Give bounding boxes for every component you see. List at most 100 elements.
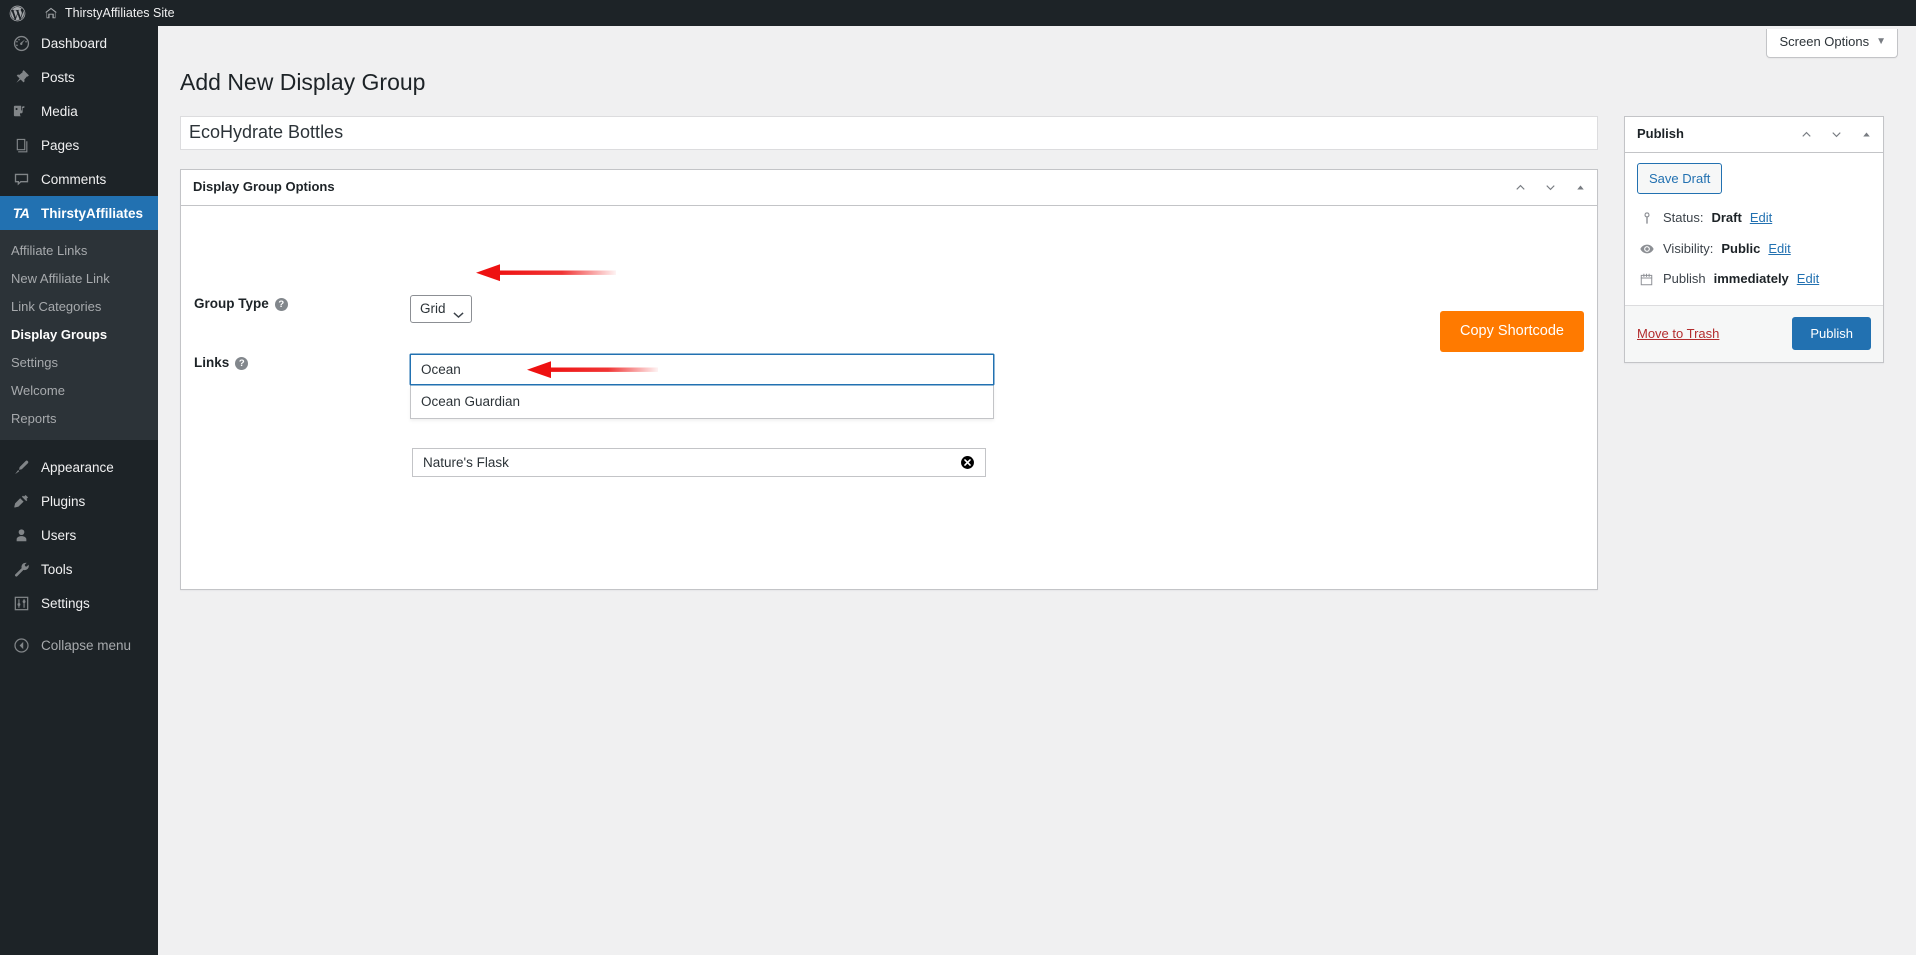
sidebar-item-users[interactable]: Users [0, 518, 158, 552]
sidebar-label: Tools [41, 561, 73, 577]
status-prefix: Status: [1663, 210, 1704, 226]
collapse-menu-button[interactable]: Collapse menu [0, 628, 158, 662]
metabox-title: Display Group Options [193, 179, 335, 195]
calendar-icon [1638, 272, 1655, 287]
page-title: Add New Display Group [180, 69, 426, 95]
sidebar-postbox-container: Publish Save Draft Status: Draft Edit Vi… [1624, 115, 1884, 364]
sidebar-item-posts[interactable]: Posts [0, 60, 158, 94]
visibility-edit-link[interactable]: Edit [1768, 239, 1790, 259]
user-icon [11, 525, 31, 545]
sidebar-item-thirstyaffiliates[interactable]: TA ThirstyAffiliates [0, 196, 166, 230]
status-edit-link[interactable]: Edit [1750, 208, 1772, 228]
sidebar-label: Collapse menu [41, 637, 132, 653]
collapse-arrow-icon [11, 635, 31, 655]
admin-bar: ThirstyAffiliates Site [0, 0, 1916, 26]
comment-bubble-icon [11, 169, 31, 189]
sidebar-item-media[interactable]: Media [0, 94, 158, 128]
publish-button[interactable]: Publish [1792, 316, 1871, 351]
dashboard-gauge-icon [11, 33, 31, 53]
home-icon [44, 6, 58, 20]
sidebar-label: Appearance [41, 459, 114, 475]
autocomplete-suggestion-item[interactable]: Ocean Guardian [411, 384, 993, 419]
publish-body: Save Draft Status: Draft Edit Visibility… [1625, 153, 1883, 363]
paintbrush-icon [11, 457, 31, 477]
sidebar-item-link-categories[interactable]: Link Categories [0, 292, 158, 320]
group-type-label: Group Type [194, 295, 269, 311]
display-group-title-input[interactable] [180, 115, 1598, 150]
links-label-cell: Links ? [181, 354, 410, 373]
schedule-row: Publish immediately Edit [1637, 263, 1871, 294]
links-row: Links ? Ocean Guardian Nature's [181, 353, 1597, 478]
sidebar-label: Posts [41, 69, 75, 85]
pin-marker-icon [1638, 211, 1655, 225]
sidebar-label: Dashboard [41, 35, 108, 51]
sidebar-item-settings[interactable]: Settings [0, 586, 158, 620]
visibility-value: Public [1721, 240, 1761, 256]
wp-logo-menu-item[interactable] [0, 0, 35, 26]
post-body-content: Display Group Options [180, 115, 1598, 590]
save-draft-button[interactable]: Save Draft [1637, 162, 1723, 195]
group-type-row: Group Type ? Grid [181, 294, 1597, 323]
sidebar-label: Comments [41, 171, 107, 187]
major-publishing-actions: Move to Trash Publish [1625, 305, 1883, 363]
sidebar-label: Media [41, 103, 78, 119]
chevron-up-icon[interactable] [1505, 170, 1535, 204]
copy-shortcode-button[interactable]: Copy Shortcode [1440, 310, 1584, 353]
links-autocomplete-menu: Ocean Guardian [410, 384, 994, 420]
triangle-up-icon[interactable] [1565, 170, 1595, 204]
sidebar-label: ThirstyAffiliates [41, 205, 144, 221]
circle-x-remove-icon[interactable] [960, 455, 975, 470]
sidebar-label: Settings [41, 595, 90, 611]
sidebar-item-welcome[interactable]: Welcome [0, 376, 158, 404]
sidebar-label: Plugins [41, 493, 86, 509]
publish-header: Publish [1625, 117, 1883, 153]
schedule-edit-link[interactable]: Edit [1797, 269, 1819, 289]
triangle-up-icon[interactable] [1851, 117, 1881, 151]
admin-sidebar-menu: Dashboard Posts Media Pages Comments TA … [0, 26, 166, 955]
selected-link-name: Nature's Flask [423, 455, 509, 471]
schedule-value: immediately [1713, 271, 1789, 287]
ta-logo-icon: TA [12, 205, 30, 221]
sidebar-item-display-groups[interactable]: Display Groups [0, 320, 158, 348]
sidebar-label: Users [41, 527, 77, 543]
sidebar-item-tools[interactable]: Tools [0, 552, 158, 586]
metabox-handle-actions [1505, 170, 1597, 204]
visibility-prefix: Visibility: [1663, 240, 1714, 256]
group-type-field-cell: Grid [410, 294, 472, 323]
status-value: Draft [1711, 210, 1742, 226]
group-type-select-wrapper: Grid [410, 294, 472, 323]
sidebar-item-dashboard[interactable]: Dashboard [0, 26, 158, 60]
sidebar-item-comments[interactable]: Comments [0, 162, 158, 196]
chevron-up-icon[interactable] [1791, 117, 1821, 151]
sidebar-item-pages[interactable]: Pages [0, 128, 158, 162]
chevron-down-icon[interactable] [1535, 170, 1565, 204]
plug-icon [11, 491, 31, 511]
help-circle-icon[interactable]: ? [235, 356, 249, 370]
sidebar-item-plugins[interactable]: Plugins [0, 484, 158, 518]
title-field-wrapper [180, 115, 1598, 150]
selected-link-row: Nature's Flask [412, 448, 986, 478]
display-group-options-metabox: Display Group Options Copy Shortcode Gro… [180, 168, 1598, 590]
sidebar-item-affiliate-links[interactable]: Affiliate Links [0, 236, 158, 264]
eye-icon [1638, 241, 1655, 257]
sidebar-item-settings[interactable]: Settings [0, 348, 158, 376]
sidebar-item-reports[interactable]: Reports [0, 404, 158, 432]
menu-separator [0, 440, 158, 450]
thirstyaffiliates-submenu: Affiliate Links New Affiliate Link Link … [0, 230, 158, 440]
sidebar-label: Pages [41, 137, 80, 153]
publish-metabox: Publish Save Draft Status: Draft Edit Vi… [1624, 115, 1884, 364]
group-type-select[interactable]: Grid [410, 294, 472, 323]
links-field-cell: Ocean Guardian Nature's Flask [410, 353, 994, 478]
help-circle-icon[interactable]: ? [274, 297, 288, 311]
sliders-icon [11, 593, 31, 613]
status-row: Status: Draft Edit [1637, 202, 1871, 233]
sidebar-item-new-affiliate-link[interactable]: New Affiliate Link [0, 264, 158, 292]
chevron-down-icon[interactable] [1821, 117, 1851, 151]
links-search-input[interactable] [410, 353, 994, 385]
sidebar-item-appearance[interactable]: Appearance [0, 450, 158, 484]
minor-publishing-actions: Save Draft Status: Draft Edit Visibility… [1625, 153, 1883, 306]
site-name-menu-item[interactable]: ThirstyAffiliates Site [35, 0, 184, 26]
group-type-label-cell: Group Type ? [181, 295, 410, 314]
media-camera-music-icon [11, 101, 31, 121]
move-to-trash-link[interactable]: Move to Trash [1637, 326, 1719, 341]
